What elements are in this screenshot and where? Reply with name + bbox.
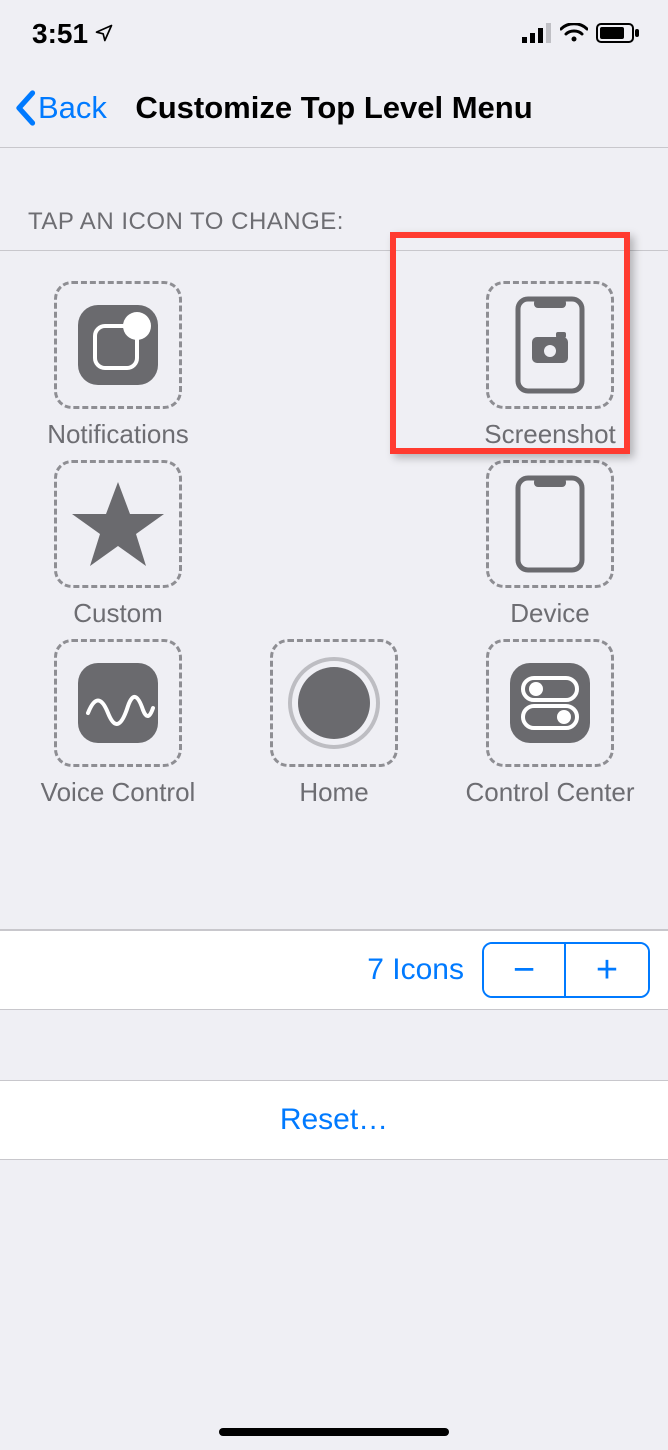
screenshot-icon — [514, 295, 586, 395]
device-icon — [514, 474, 586, 574]
status-right — [522, 18, 640, 50]
star-icon — [68, 474, 168, 574]
menu-item-voice-control[interactable]: Voice Control — [18, 639, 218, 808]
notifications-label: Notifications — [47, 419, 189, 450]
status-bar: 3:51 — [0, 0, 668, 68]
menu-item-screenshot[interactable]: Screenshot — [450, 281, 650, 450]
battery-icon — [596, 18, 640, 50]
menu-item-custom[interactable]: Custom — [18, 460, 218, 629]
reset-button[interactable]: Reset… — [280, 1103, 388, 1137]
device-label: Device — [510, 598, 589, 629]
notifications-icon — [73, 300, 163, 390]
control-center-icon — [505, 658, 595, 748]
screenshot-label: Screenshot — [484, 419, 616, 450]
icon-count-stepper: − + — [482, 942, 650, 998]
voice-control-icon — [73, 658, 163, 748]
nav-bar: Back Customize Top Level Menu — [0, 68, 668, 148]
status-time: 3:51 — [32, 18, 88, 50]
location-icon — [94, 18, 114, 50]
back-label: Back — [38, 90, 107, 126]
menu-item-device[interactable]: Device — [450, 460, 650, 629]
menu-item-home[interactable]: Home — [234, 639, 434, 808]
cellular-icon — [522, 18, 552, 50]
control-center-label: Control Center — [465, 777, 634, 808]
chevron-left-icon — [14, 90, 36, 126]
menu-item-control-center[interactable]: Control Center — [450, 639, 650, 808]
icon-grid-section: Notifications Screenshot — [0, 250, 668, 930]
icon-count-row: 7 Icons − + — [0, 930, 668, 1010]
stepper-minus-button[interactable]: − — [484, 944, 566, 996]
home-button-icon — [284, 653, 384, 753]
wifi-icon — [560, 18, 588, 50]
custom-label: Custom — [73, 598, 163, 629]
home-indicator — [219, 1428, 449, 1436]
menu-item-notifications[interactable]: Notifications — [18, 281, 218, 450]
back-button[interactable]: Back — [14, 90, 107, 126]
icon-count-label: 7 Icons — [367, 953, 464, 987]
home-label: Home — [299, 777, 368, 808]
stepper-plus-button[interactable]: + — [566, 944, 648, 996]
voice-control-label: Voice Control — [41, 777, 196, 808]
status-left: 3:51 — [32, 18, 114, 50]
reset-row: Reset… — [0, 1080, 668, 1160]
section-header: TAP AN ICON TO CHANGE: — [0, 148, 668, 250]
